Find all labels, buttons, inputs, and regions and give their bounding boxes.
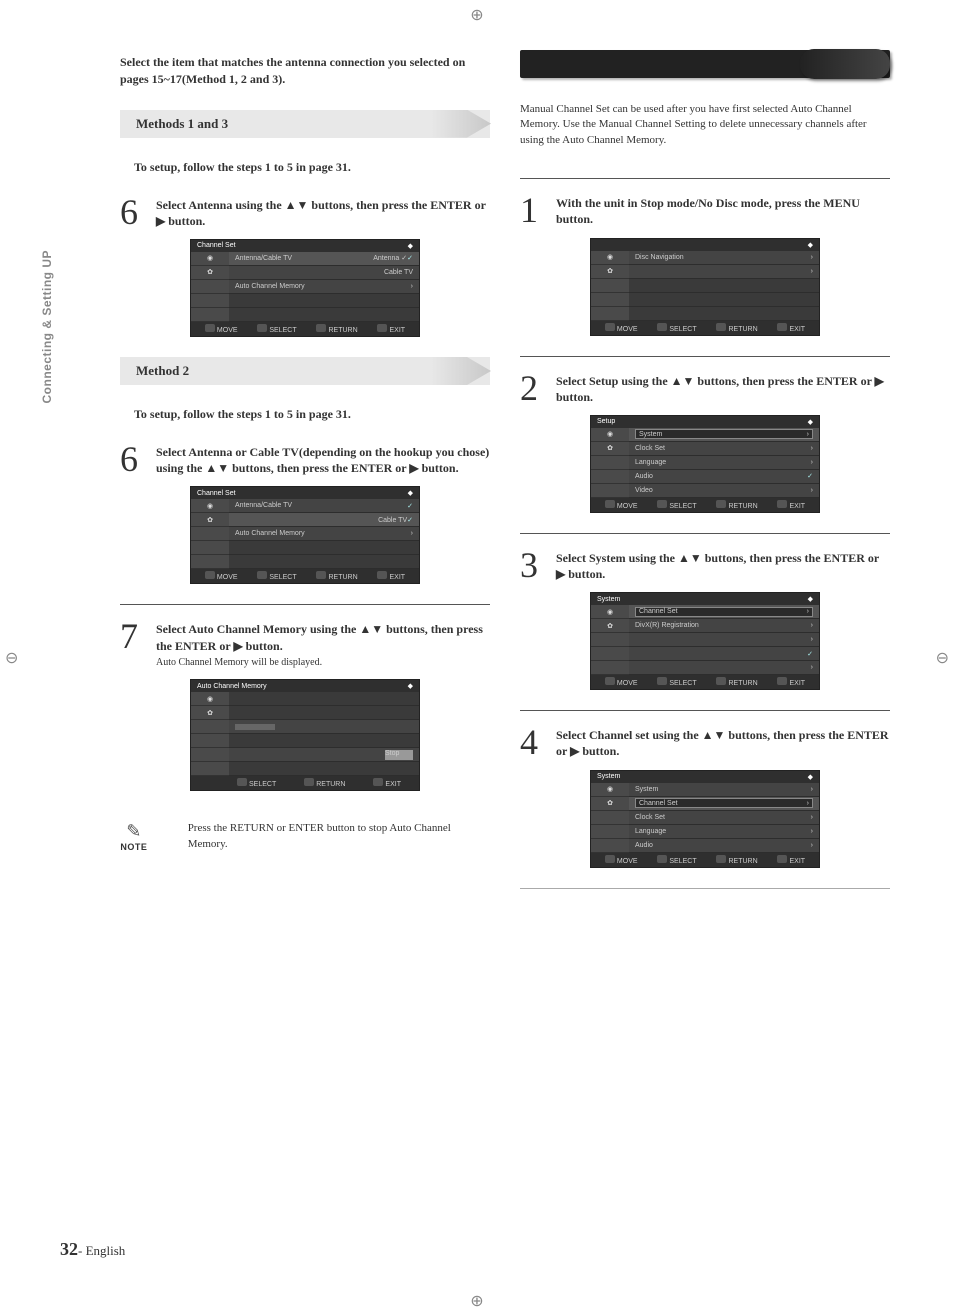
methods-1-3-header: Methods 1 and 3 <box>120 110 490 138</box>
step-text: Select Antenna using the ▲▼ buttons, the… <box>156 197 490 229</box>
exit-icon <box>377 324 387 332</box>
osd-channel-set-2: Channel Set◆ ◉✿ Antenna/Cable TV Cable T… <box>190 486 420 584</box>
step-6b: 6 Select Antenna or Cable TV(depending o… <box>120 436 490 476</box>
note-box: ✎ NOTE Press the RETURN or ENTER button … <box>120 811 490 862</box>
methods-1-3-sub: To setup, follow the steps 1 to 5 in pag… <box>120 150 490 189</box>
page-number: 32- English <box>60 1239 125 1260</box>
step-7: 7 Select Auto Channel Memory using the ▲… <box>120 604 490 669</box>
progress-bar <box>235 724 275 730</box>
osd-channel-set-3: System◆ ◉✿ System Channel Set Clock Set … <box>590 770 820 868</box>
stop-button: Stop <box>385 750 413 760</box>
step-6a: 6 Select Antenna using the ▲▼ buttons, t… <box>120 189 490 229</box>
note-label: NOTE <box>120 842 148 852</box>
method-2-header: Method 2 <box>120 357 490 385</box>
step-number: 6 <box>120 444 148 476</box>
step-3: 3 Select System using the ▲▼ buttons, th… <box>520 533 890 582</box>
select-icon <box>257 324 267 332</box>
osd-menu: ◆ ◉✿ Disc Navigation MOVE SELECT RETURN … <box>590 238 820 336</box>
step-number: 6 <box>120 197 148 229</box>
osd-setup: Setup◆ ◉✿ System Clock Set Language Audi… <box>590 415 820 513</box>
globe-icon: ◉ <box>191 252 229 266</box>
step-number: 7 <box>120 621 148 669</box>
side-tab: Connecting & Setting UP <box>40 250 54 404</box>
step-1: 1 With the unit in Stop mode/No Disc mod… <box>520 178 890 227</box>
return-icon <box>316 324 326 332</box>
step-text: Select Auto Channel Memory using the ▲▼ … <box>156 621 490 669</box>
method-2-sub: To setup, follow the steps 1 to 5 in pag… <box>120 397 490 436</box>
step-text: Select Antenna or Cable TV(depending on … <box>156 444 490 476</box>
osd-system: System◆ ◉✿ Channel Set DivX(R) Registrat… <box>590 592 820 690</box>
osd-auto-channel: Auto Channel Memory◆ ◉✿ Stop <box>190 679 420 791</box>
section-header-bar <box>520 50 890 78</box>
step-4: 4 Select Channel set using the ▲▼ button… <box>520 710 890 759</box>
note-text: Press the RETURN or ENTER button to stop… <box>160 821 490 852</box>
intro-text: Select the item that matches the antenna… <box>120 50 490 100</box>
step-2: 2 Select Setup using the ▲▼ buttons, the… <box>520 356 890 405</box>
right-intro: Manual Channel Set can be used after you… <box>520 102 890 148</box>
osd-channel-set-1: Channel Set◆ ◉ ✿ Antenna/Cable TVAntenna… <box>190 239 420 337</box>
gear-icon: ✿ <box>191 266 229 280</box>
pencil-icon: ✎ <box>120 821 148 842</box>
move-icon <box>205 324 215 332</box>
